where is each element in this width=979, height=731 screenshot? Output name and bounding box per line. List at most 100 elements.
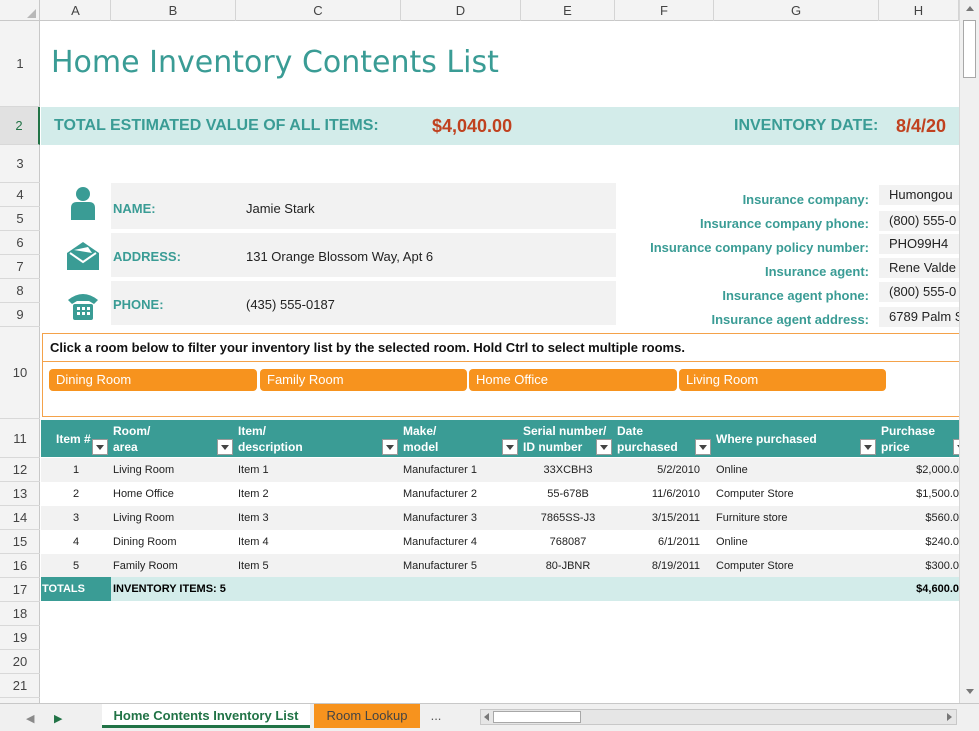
cell-date[interactable]: 5/2/2010 bbox=[601, 458, 700, 482]
slicer-button-dining-room[interactable]: Dining Room bbox=[49, 369, 257, 391]
name-value[interactable]: Jamie Stark bbox=[246, 201, 315, 216]
scroll-left-icon[interactable] bbox=[484, 713, 489, 721]
cell-price[interactable]: $1,500.0 bbox=[879, 482, 959, 506]
total-purchase-price[interactable]: $4,600.0 bbox=[879, 577, 959, 601]
row-header-6[interactable]: 6 bbox=[0, 231, 40, 255]
worksheet-grid[interactable]: Home Inventory Contents List TOTAL ESTIM… bbox=[41, 21, 959, 703]
header-room-line1[interactable]: Room/ bbox=[113, 423, 150, 439]
tab-home-contents-inventory-list[interactable]: Home Contents Inventory List bbox=[102, 704, 310, 728]
column-header-e[interactable]: E bbox=[521, 0, 615, 21]
cell-item[interactable]: Item 4 bbox=[238, 530, 269, 554]
cell-room[interactable]: Family Room bbox=[113, 554, 178, 578]
column-header-f[interactable]: F bbox=[615, 0, 714, 21]
header-date-line1[interactable]: Date bbox=[617, 423, 643, 439]
scroll-right-icon[interactable] bbox=[947, 713, 952, 721]
table-row[interactable]: 3 Living Room Item 3 Manufacturer 3 7865… bbox=[41, 506, 959, 530]
row-header-2[interactable]: 2 bbox=[0, 107, 40, 145]
horizontal-scrollbar[interactable] bbox=[480, 709, 957, 725]
filter-dropdown-where[interactable] bbox=[860, 439, 876, 455]
row-header-8[interactable]: 8 bbox=[0, 279, 40, 303]
tab-room-lookup[interactable]: Room Lookup bbox=[314, 704, 420, 728]
header-serial-line2[interactable]: ID number bbox=[523, 439, 582, 455]
cell-date[interactable]: 11/6/2010 bbox=[601, 482, 700, 506]
cell-item[interactable]: Item 2 bbox=[238, 482, 269, 506]
inventory-date-value[interactable]: 8/4/20 bbox=[896, 107, 946, 145]
cell-date[interactable]: 3/15/2011 bbox=[601, 506, 700, 530]
row-header-10[interactable]: 10 bbox=[0, 327, 40, 419]
insurance-policy-number-value[interactable]: PHO99H4 bbox=[879, 234, 959, 254]
table-row[interactable]: 2 Home Office Item 2 Manufacturer 2 55-6… bbox=[41, 482, 959, 506]
cell-item-number[interactable]: 4 bbox=[41, 530, 111, 554]
insurance-agent-phone-value[interactable]: (800) 555-0 bbox=[879, 282, 959, 302]
cell-room[interactable]: Dining Room bbox=[113, 530, 177, 554]
insurance-company-phone-value[interactable]: (800) 555-0 bbox=[879, 211, 959, 231]
cell-where[interactable]: Furniture store bbox=[716, 506, 788, 530]
totals-label[interactable]: TOTALS bbox=[41, 577, 111, 601]
scroll-down-icon[interactable] bbox=[966, 689, 974, 694]
header-where-purchased[interactable]: Where purchased bbox=[716, 431, 817, 447]
cell-make[interactable]: Manufacturer 1 bbox=[403, 458, 477, 482]
column-header-b[interactable]: B bbox=[111, 0, 236, 21]
header-item-number[interactable]: Item # bbox=[56, 431, 91, 447]
scroll-up-icon[interactable] bbox=[966, 6, 974, 11]
cell-item[interactable]: Item 3 bbox=[238, 506, 269, 530]
row-header-16[interactable]: 16 bbox=[0, 554, 40, 578]
slicer-button-family-room[interactable]: Family Room bbox=[260, 369, 467, 391]
cell-price[interactable]: $300.0 bbox=[879, 554, 959, 578]
cell-where[interactable]: Online bbox=[716, 458, 748, 482]
insurance-agent-value[interactable]: Rene Valde bbox=[879, 258, 959, 278]
select-all-corner[interactable] bbox=[0, 0, 40, 21]
total-value-label[interactable]: TOTAL ESTIMATED VALUE OF ALL ITEMS: bbox=[54, 107, 379, 145]
inventory-date-label[interactable]: INVENTORY DATE: bbox=[734, 107, 878, 145]
cell-make[interactable]: Manufacturer 3 bbox=[403, 506, 477, 530]
column-header-a[interactable]: A bbox=[41, 0, 111, 21]
slicer-button-home-office[interactable]: Home Office bbox=[469, 369, 677, 391]
column-header-g[interactable]: G bbox=[714, 0, 879, 21]
cell-make[interactable]: Manufacturer 4 bbox=[403, 530, 477, 554]
cell-where[interactable]: Computer Store bbox=[716, 482, 794, 506]
row-header-18[interactable]: 18 bbox=[0, 602, 40, 626]
row-header-14[interactable]: 14 bbox=[0, 506, 40, 530]
filter-dropdown-item[interactable] bbox=[382, 439, 398, 455]
filter-dropdown-date[interactable] bbox=[695, 439, 711, 455]
cell-item-number[interactable]: 3 bbox=[41, 506, 111, 530]
row-header-12[interactable]: 12 bbox=[0, 458, 40, 482]
cell-price[interactable]: $560.0 bbox=[879, 506, 959, 530]
row-header-4[interactable]: 4 bbox=[0, 183, 40, 207]
cell-room[interactable]: Home Office bbox=[113, 482, 174, 506]
filter-dropdown-make[interactable] bbox=[502, 439, 518, 455]
insurance-company-value[interactable]: Humongou bbox=[879, 185, 959, 205]
row-header-15[interactable]: 15 bbox=[0, 530, 40, 554]
previous-sheet-icon[interactable]: ◀ bbox=[26, 712, 34, 725]
phone-value[interactable]: (435) 555-0187 bbox=[246, 297, 335, 312]
header-make-line2[interactable]: model bbox=[403, 439, 438, 455]
cell-item-number[interactable]: 5 bbox=[41, 554, 111, 578]
row-header-20[interactable]: 20 bbox=[0, 650, 40, 674]
header-item-line1[interactable]: Item/ bbox=[238, 423, 266, 439]
header-make-line1[interactable]: Make/ bbox=[403, 423, 436, 439]
row-header-1[interactable]: 1 bbox=[0, 21, 40, 107]
column-header-c[interactable]: C bbox=[236, 0, 401, 21]
filter-dropdown-item-number[interactable] bbox=[92, 439, 108, 455]
row-header-11[interactable]: 11 bbox=[0, 419, 40, 458]
total-value[interactable]: $4,040.00 bbox=[432, 107, 512, 145]
header-price-line1[interactable]: Purchase bbox=[881, 423, 935, 439]
header-date-line2[interactable]: purchased bbox=[617, 439, 678, 455]
header-serial-line1[interactable]: Serial number/ bbox=[523, 423, 606, 439]
cell-make[interactable]: Manufacturer 2 bbox=[403, 482, 477, 506]
row-header-17[interactable]: 17 bbox=[0, 578, 40, 602]
cell-date[interactable]: 8/19/2011 bbox=[601, 554, 700, 578]
row-header-7[interactable]: 7 bbox=[0, 255, 40, 279]
cell-item[interactable]: Item 5 bbox=[238, 554, 269, 578]
cell-item-number[interactable]: 2 bbox=[41, 482, 111, 506]
cell-date[interactable]: 6/1/2011 bbox=[601, 530, 700, 554]
cell-price[interactable]: $240.0 bbox=[879, 530, 959, 554]
row-header-19[interactable]: 19 bbox=[0, 626, 40, 650]
row-header-21[interactable]: 21 bbox=[0, 674, 40, 698]
page-title[interactable]: Home Inventory Contents List bbox=[51, 45, 499, 80]
table-row[interactable]: 4 Dining Room Item 4 Manufacturer 4 7680… bbox=[41, 530, 959, 554]
next-sheet-icon[interactable]: ▶ bbox=[54, 712, 62, 725]
cell-item-number[interactable]: 1 bbox=[41, 458, 111, 482]
vertical-scrollbar[interactable] bbox=[959, 0, 979, 703]
horizontal-scroll-thumb[interactable] bbox=[493, 711, 581, 723]
